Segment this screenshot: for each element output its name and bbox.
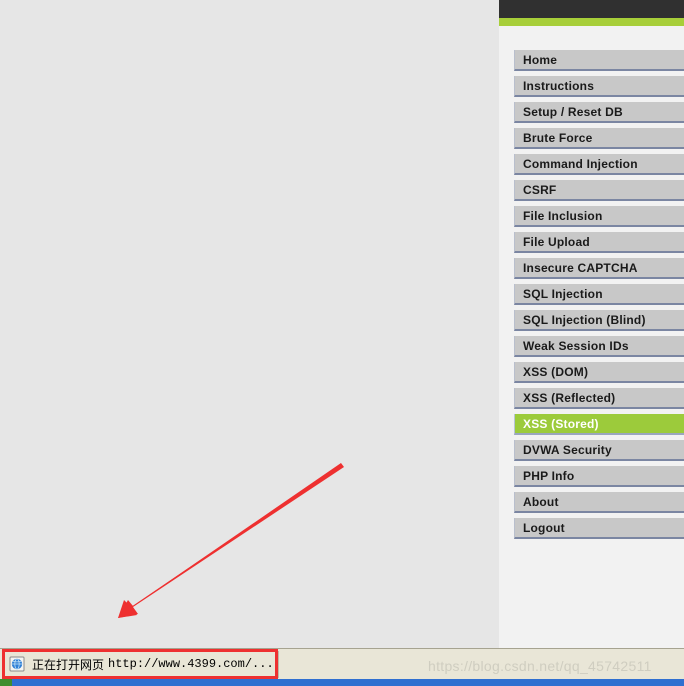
status-bar-divider <box>278 651 279 678</box>
sidebar-item-label: Brute Force <box>523 130 593 145</box>
sidebar-item-label: Command Injection <box>523 156 638 171</box>
sidebar-item-about[interactable]: About <box>514 492 684 513</box>
sidebar-item-xss-reflected[interactable]: XSS (Reflected) <box>514 388 684 409</box>
sidebar-item-xss-dom[interactable]: XSS (DOM) <box>514 362 684 383</box>
sidebar-item-label: Setup / Reset DB <box>523 104 623 119</box>
site-header-dark-bar <box>499 0 684 18</box>
sidebar-item-label: Home <box>523 52 558 67</box>
sidebar-item-csrf[interactable]: CSRF <box>514 180 684 201</box>
sidebar-item-insecure-captcha[interactable]: Insecure CAPTCHA <box>514 258 684 279</box>
sidebar-item-home[interactable]: Home <box>514 50 684 71</box>
sidebar-item-label: Weak Session IDs <box>523 338 629 353</box>
sidebar-item-sql-injection-blind[interactable]: SQL Injection (Blind) <box>514 310 684 331</box>
sidebar-item-xss-stored[interactable]: XSS (Stored) <box>514 414 684 435</box>
sidebar-item-label: Instructions <box>523 78 595 93</box>
taskbar-start-button[interactable] <box>0 679 12 686</box>
sidebar-item-weak-session-ids[interactable]: Weak Session IDs <box>514 336 684 357</box>
globe-page-icon <box>9 656 25 672</box>
sidebar-item-dvwa-security[interactable]: DVWA Security <box>514 440 684 461</box>
sidebar-item-sql-injection[interactable]: SQL Injection <box>514 284 684 305</box>
sidebar-item-label: XSS (DOM) <box>523 364 589 379</box>
sidebar-item-file-inclusion[interactable]: File Inclusion <box>514 206 684 227</box>
sidebar-item-brute-force[interactable]: Brute Force <box>514 128 684 149</box>
sidebar-item-label: Logout <box>523 520 565 535</box>
sidebar-item-label: File Upload <box>523 234 590 249</box>
sidebar-item-label: PHP Info <box>523 468 575 483</box>
sidebar-menu-list: Home Instructions Setup / Reset DB Brute… <box>514 50 684 544</box>
sidebar-item-setup-reset-db[interactable]: Setup / Reset DB <box>514 102 684 123</box>
status-message: 正在打开网页 <box>32 657 105 672</box>
sidebar-item-label: CSRF <box>523 182 557 197</box>
page-content-area <box>0 0 499 648</box>
status-url: http://www.4399.com/... <box>108 657 274 671</box>
browser-status-bar: 正在打开网页 http://www.4399.com/... <box>0 648 684 679</box>
browser-page-body: Home Instructions Setup / Reset DB Brute… <box>0 0 684 648</box>
dvwa-sidebar: Home Instructions Setup / Reset DB Brute… <box>499 0 684 648</box>
sidebar-item-instructions[interactable]: Instructions <box>514 76 684 97</box>
os-taskbar <box>0 679 684 686</box>
sidebar-item-command-injection[interactable]: Command Injection <box>514 154 684 175</box>
sidebar-item-logout[interactable]: Logout <box>514 518 684 539</box>
sidebar-item-label: XSS (Stored) <box>523 416 599 431</box>
sidebar-item-label: About <box>523 494 559 509</box>
site-header-green-bar <box>499 18 684 26</box>
sidebar-item-label: File Inclusion <box>523 208 603 223</box>
sidebar-item-label: DVWA Security <box>523 442 612 457</box>
sidebar-item-label: SQL Injection <box>523 286 603 301</box>
sidebar-item-label: SQL Injection (Blind) <box>523 312 646 327</box>
sidebar-item-file-upload[interactable]: File Upload <box>514 232 684 253</box>
sidebar-item-label: XSS (Reflected) <box>523 390 616 405</box>
screenshot-root: Home Instructions Setup / Reset DB Brute… <box>0 0 684 686</box>
sidebar-item-php-info[interactable]: PHP Info <box>514 466 684 487</box>
sidebar-item-label: Insecure CAPTCHA <box>523 260 638 275</box>
